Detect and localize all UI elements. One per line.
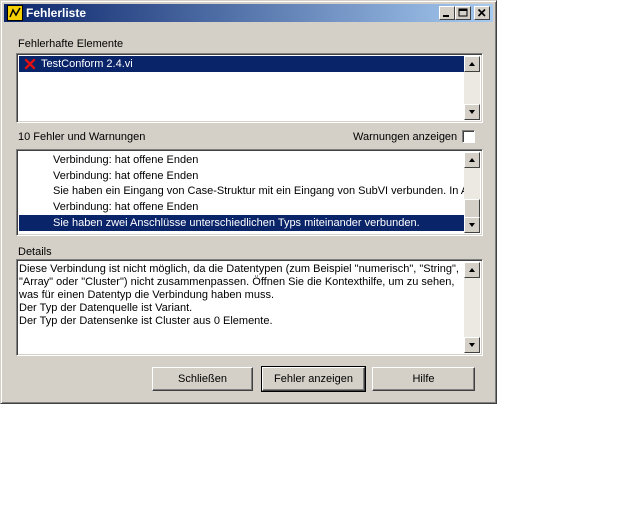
- details-section-label: Details: [18, 246, 52, 258]
- minimize-icon: [443, 15, 449, 17]
- help-button[interactable]: Hilfe: [372, 367, 475, 391]
- elements-section-label: Fehlerhafte Elemente: [18, 38, 124, 50]
- arrow-down-icon: [469, 343, 475, 347]
- list-item[interactable]: Verbindung: hat offene Enden: [19, 152, 464, 168]
- arrow-up-icon: [469, 268, 475, 272]
- scroll-up-button[interactable]: [464, 56, 480, 72]
- arrow-down-icon: [469, 223, 475, 227]
- arrow-up-icon: [469, 62, 475, 66]
- close-button[interactable]: Schließen: [152, 367, 253, 391]
- red-x-icon: [24, 58, 36, 70]
- minimize-button[interactable]: [439, 6, 455, 20]
- error-count-label: 10 Fehler und Warnungen: [18, 131, 146, 143]
- errors-scrollbar[interactable]: [464, 152, 480, 233]
- elements-scrollbar[interactable]: [464, 56, 480, 120]
- list-item-selected[interactable]: Sie haben zwei Anschlüsse unterschiedlic…: [19, 215, 464, 231]
- scroll-up-button[interactable]: [464, 262, 480, 278]
- list-item-label: TestConform 2.4.vi: [41, 58, 133, 70]
- close-window-button[interactable]: [474, 6, 490, 20]
- errors-list[interactable]: Verbindung: hat offene Enden Verbindung:…: [16, 149, 483, 236]
- close-icon: [477, 8, 486, 17]
- scroll-down-button[interactable]: [464, 104, 480, 120]
- details-scrollbar[interactable]: [464, 262, 480, 353]
- window-title: Fehlerliste: [26, 6, 87, 20]
- warnings-checkbox-label[interactable]: Warnungen anzeigen: [353, 131, 457, 143]
- scroll-up-button[interactable]: [464, 152, 480, 168]
- labview-app-icon: [7, 5, 23, 21]
- scroll-down-button[interactable]: [464, 217, 480, 233]
- list-item[interactable]: TestConform 2.4.vi: [19, 56, 464, 72]
- maximize-button[interactable]: [455, 6, 471, 20]
- arrow-down-icon: [469, 110, 475, 114]
- title-bar[interactable]: Fehlerliste: [4, 4, 493, 22]
- scroll-thumb[interactable]: [464, 199, 480, 219]
- maximize-icon: [458, 8, 468, 17]
- elements-list[interactable]: TestConform 2.4.vi: [16, 53, 483, 123]
- error-list-window: Fehlerliste Fehlerhafte Elemente TestCon…: [0, 0, 497, 404]
- list-item[interactable]: Verbindung: hat offene Enden: [19, 199, 464, 215]
- arrow-up-icon: [469, 158, 475, 162]
- list-item[interactable]: Sie haben ein Eingang von Case-Struktur …: [19, 183, 474, 199]
- scroll-down-button[interactable]: [464, 337, 480, 353]
- show-warnings-checkbox[interactable]: [462, 130, 475, 143]
- show-error-button[interactable]: Fehler anzeigen: [261, 366, 366, 392]
- details-text: Diese Verbindung ist nicht möglich, da d…: [19, 263, 459, 327]
- list-item[interactable]: Verbindung: hat offene Enden: [19, 168, 464, 184]
- details-text-area[interactable]: Diese Verbindung ist nicht möglich, da d…: [16, 259, 483, 356]
